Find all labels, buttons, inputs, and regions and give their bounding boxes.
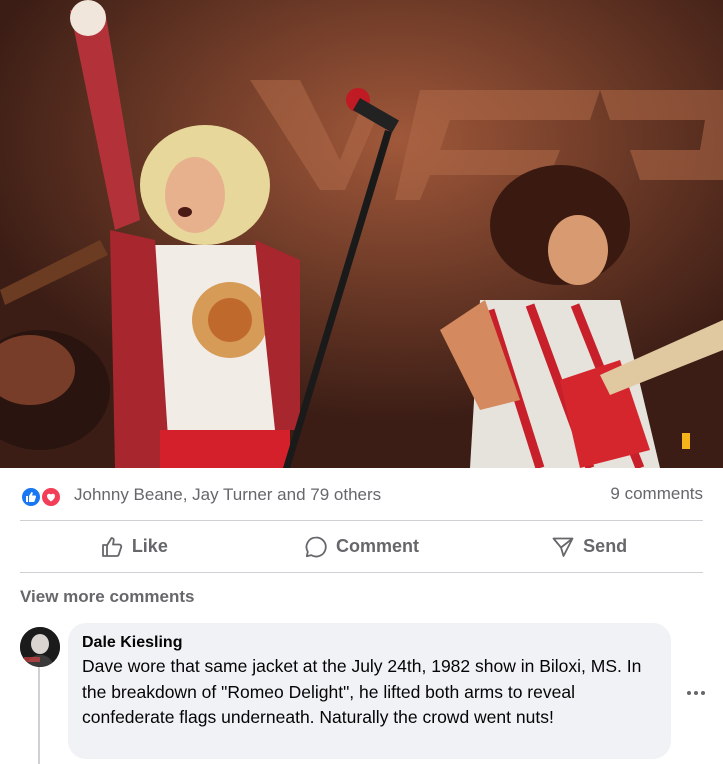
thread-line (38, 666, 40, 764)
divider (20, 572, 703, 573)
dot-icon (687, 691, 691, 695)
comment-label: Comment (336, 536, 420, 556)
dot-icon (701, 691, 705, 695)
love-icon (40, 486, 62, 508)
like-button[interactable]: Like (20, 521, 248, 572)
dot-icon (694, 691, 698, 695)
user-avatar-image (20, 627, 60, 667)
reaction-summary[interactable]: Johnny Beane, Jay Turner and 79 others (20, 480, 381, 510)
post-action-bar: Like Comment Send (20, 521, 703, 572)
concert-photo (0, 0, 723, 468)
like-icon (20, 486, 42, 508)
comment-bubble-icon (305, 536, 327, 557)
comments-count[interactable]: 9 comments (610, 484, 703, 504)
send-label: Send (583, 536, 628, 556)
comment-button[interactable]: Comment (248, 521, 476, 572)
comment-text: Dave wore that same jacket at the July 2… (82, 656, 642, 727)
view-more-comments-link[interactable]: View more comments (20, 587, 194, 607)
reaction-names[interactable]: Johnny Beane, Jay Turner and 79 others (74, 485, 381, 505)
post-photo[interactable] (0, 0, 723, 468)
more-options-button[interactable] (683, 683, 709, 703)
send-icon (552, 537, 574, 557)
reaction-icons (20, 484, 66, 508)
avatar[interactable] (20, 627, 60, 667)
like-label: Like (131, 536, 168, 556)
send-button[interactable]: Send (475, 521, 703, 572)
comment-bubble[interactable]: Dale Kiesling Dave wore that same jacket… (68, 623, 671, 759)
thumbs-up-icon (101, 536, 122, 557)
comment-author[interactable]: Dale Kiesling (82, 633, 657, 653)
